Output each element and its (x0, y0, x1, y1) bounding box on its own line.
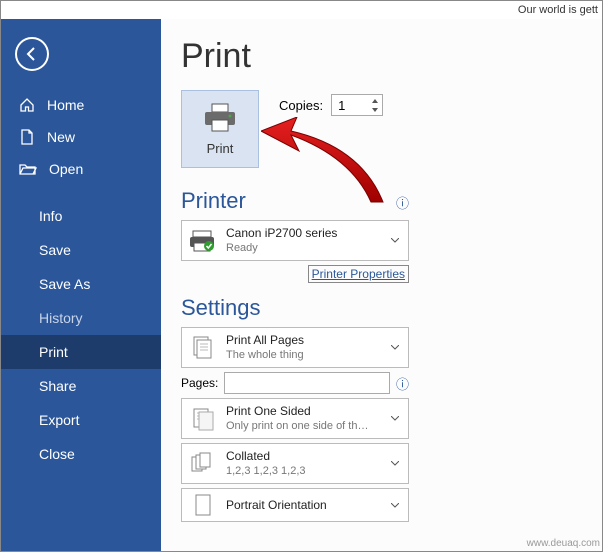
sidebar-label: Print (39, 344, 68, 360)
printer-heading: Printer (181, 188, 246, 214)
sidebar-label: Open (49, 161, 83, 177)
printer-select[interactable]: Canon iP2700 series Ready (181, 220, 409, 261)
home-icon (19, 97, 35, 113)
dd-line1: Portrait Orientation (226, 497, 380, 513)
sidebar-item-open[interactable]: Open (1, 153, 161, 185)
dd-line2: Only print on one side of th… (226, 419, 380, 434)
pages-input[interactable] (224, 372, 390, 394)
pages-icon (188, 335, 218, 361)
sidebar-label: Export (39, 412, 79, 428)
sidebar-label: Share (39, 378, 76, 394)
sidebar-item-save-as[interactable]: Save As (1, 267, 161, 301)
back-button[interactable] (15, 37, 49, 71)
window-title: Our world is gett (518, 4, 598, 16)
dd-line1: Collated (226, 448, 380, 464)
sidebar-item-print[interactable]: Print (1, 335, 161, 369)
back-arrow-icon (24, 46, 40, 62)
print-button-label: Print (207, 141, 234, 156)
pages-label: Pages: (181, 376, 218, 390)
printer-status-icon (188, 229, 218, 253)
orientation-select[interactable]: Portrait Orientation (181, 488, 409, 522)
copies-spin-up[interactable] (369, 96, 381, 105)
chevron-down-icon (388, 416, 402, 421)
copies-control: Copies: 1 (279, 94, 383, 116)
new-doc-icon (19, 129, 35, 145)
chevron-down-icon (388, 503, 402, 508)
copies-value: 1 (338, 98, 345, 113)
one-sided-icon (188, 406, 218, 432)
sidebar-item-new[interactable]: New (1, 121, 161, 153)
printer-properties-link[interactable]: Printer Properties (308, 265, 409, 283)
dd-line1: Print One Sided (226, 403, 380, 419)
print-panel: Print Print Copies: 1 Printer ⓘ (161, 19, 602, 551)
sides-select[interactable]: Print One Sided Only print on one side o… (181, 398, 409, 439)
portrait-icon (188, 493, 218, 517)
dd-line2: The whole thing (226, 348, 380, 363)
print-range-select[interactable]: Print All Pages The whole thing (181, 327, 409, 368)
copies-input[interactable]: 1 (331, 94, 383, 116)
printer-name: Canon iP2700 series (226, 225, 380, 241)
print-button[interactable]: Print (181, 90, 259, 168)
collation-select[interactable]: Collated 1,2,3 1,2,3 1,2,3 (181, 443, 409, 484)
backstage-sidebar: Home New Open Info Save Save As History … (1, 19, 161, 551)
dd-line1: Print All Pages (226, 332, 380, 348)
printer-status: Ready (226, 241, 380, 256)
dd-line2: 1,2,3 1,2,3 1,2,3 (226, 464, 380, 479)
sidebar-label: Home (47, 97, 84, 113)
page-title: Print (181, 37, 602, 76)
sidebar-item-export[interactable]: Export (1, 403, 161, 437)
chevron-down-icon (388, 461, 402, 466)
sidebar-item-save[interactable]: Save (1, 233, 161, 267)
sidebar-label: New (47, 129, 75, 145)
open-folder-icon (19, 161, 37, 177)
copies-spin-down[interactable] (369, 105, 381, 114)
collated-icon (188, 451, 218, 477)
sidebar-label: Save (39, 242, 71, 258)
printer-info-icon[interactable]: ⓘ (396, 193, 409, 212)
sidebar-item-history[interactable]: History (1, 301, 161, 335)
sidebar-item-home[interactable]: Home (1, 89, 161, 121)
sidebar-label: Close (39, 446, 75, 462)
printer-icon (203, 103, 237, 133)
window-titlebar: Our world is gett (1, 1, 602, 19)
sidebar-item-close[interactable]: Close (1, 437, 161, 471)
copies-label: Copies: (279, 98, 323, 113)
sidebar-label: Save As (39, 276, 90, 292)
watermark: www.deuaq.com (527, 538, 600, 549)
sidebar-item-info[interactable]: Info (1, 199, 161, 233)
sidebar-item-share[interactable]: Share (1, 369, 161, 403)
settings-heading: Settings (181, 295, 602, 321)
sidebar-label: Info (39, 208, 62, 224)
chevron-down-icon (388, 238, 402, 243)
pages-info-icon[interactable]: ⓘ (396, 374, 409, 393)
sidebar-label: History (39, 310, 83, 326)
chevron-down-icon (388, 345, 402, 350)
